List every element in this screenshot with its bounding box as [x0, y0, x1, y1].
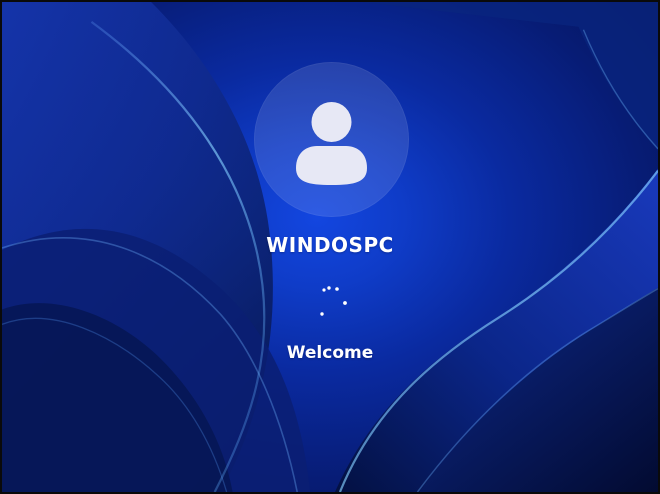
wallpaper-bloom	[2, 2, 658, 492]
login-screen: WINDOSPC Welcome	[0, 0, 660, 494]
